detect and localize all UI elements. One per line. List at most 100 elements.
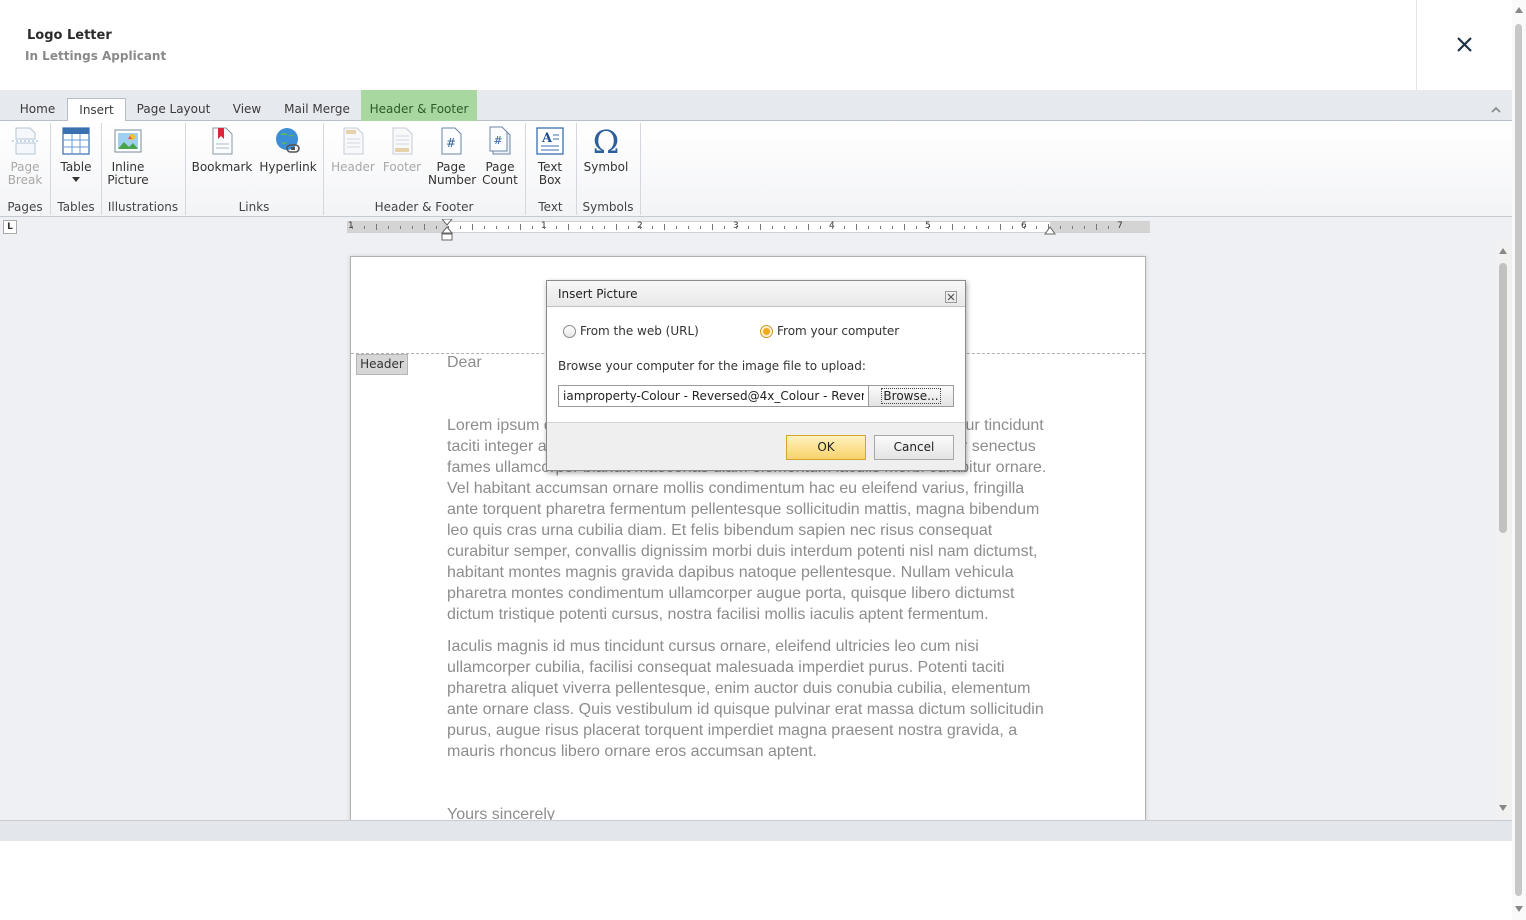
chevron-down-icon xyxy=(72,177,80,182)
cancel-button[interactable]: Cancel xyxy=(874,435,954,460)
svg-text:Ω: Ω xyxy=(593,125,620,157)
footer-button[interactable]: Footer xyxy=(379,125,425,174)
ruler-tick xyxy=(844,226,845,229)
tab-header-footer[interactable]: Header & Footer xyxy=(361,90,477,121)
tab-view[interactable]: View xyxy=(224,98,270,121)
scroll-up-icon[interactable] xyxy=(1515,7,1523,13)
ruler-tick xyxy=(1084,226,1085,229)
document-title: Logo Letter xyxy=(27,28,112,43)
ruler-tick xyxy=(808,224,809,230)
close-icon xyxy=(945,291,957,303)
ruler-tick xyxy=(736,226,737,229)
file-path-input[interactable] xyxy=(558,385,868,407)
ruler-tick xyxy=(580,226,581,229)
ruler-tick xyxy=(712,224,713,230)
ruler-tick xyxy=(664,224,665,230)
header-button[interactable]: Header xyxy=(330,125,376,174)
scroll-down-icon[interactable] xyxy=(1515,906,1523,912)
group-separator xyxy=(101,123,102,215)
from-computer-label[interactable]: From your computer xyxy=(777,324,899,338)
outer-scrollbar[interactable] xyxy=(1512,0,1526,920)
close-icon xyxy=(1457,37,1472,52)
page-number-button[interactable]: # Page Number xyxy=(428,125,476,187)
bookmark-label: Bookmark xyxy=(191,160,253,174)
footer-icon xyxy=(392,127,413,155)
close-divider xyxy=(1416,0,1417,90)
tab-stop-selector[interactable]: L xyxy=(3,220,17,234)
hyperlink-icon xyxy=(276,128,300,153)
ruler-tick xyxy=(880,226,881,229)
ruler-tick xyxy=(988,226,989,229)
text-box-button[interactable]: A Text Box xyxy=(530,125,570,187)
ruler-tick xyxy=(748,226,749,229)
tab-mail-merge[interactable]: Mail Merge xyxy=(278,98,356,121)
indent-marker-icon[interactable] xyxy=(441,219,453,243)
page-break-button[interactable]: Page Break xyxy=(2,125,48,187)
ruler-tick xyxy=(472,224,473,230)
outer-scrollbar-thumb[interactable] xyxy=(1515,24,1522,896)
collapse-ribbon-button[interactable] xyxy=(1490,99,1502,118)
group-label-header-footer: Header & Footer xyxy=(374,200,474,214)
ruler-tick xyxy=(856,224,857,230)
tab-home[interactable]: Home xyxy=(10,98,65,121)
ruler-tick xyxy=(904,224,905,230)
svg-text:#: # xyxy=(493,134,502,147)
ruler-tick xyxy=(364,226,365,229)
inline-picture-button[interactable]: Inline Picture xyxy=(104,125,152,187)
ruler-tick xyxy=(940,226,941,229)
ruler-tick xyxy=(352,226,353,229)
close-button[interactable] xyxy=(1447,28,1481,62)
browse-instruction: Browse your computer for the image file … xyxy=(558,359,866,373)
ruler-tick xyxy=(1108,226,1109,229)
ruler-number: 7 xyxy=(1117,221,1123,231)
ruler-tick xyxy=(520,224,521,230)
header-label: Header xyxy=(331,160,375,174)
bookmark-button[interactable]: Bookmark xyxy=(190,125,254,174)
browse-button[interactable]: Browse... xyxy=(868,385,954,407)
symbol-button[interactable]: Ω Symbol xyxy=(580,125,632,174)
ruler-tick xyxy=(532,226,533,229)
ok-button[interactable]: OK xyxy=(786,435,866,460)
scroll-up-icon[interactable] xyxy=(1499,248,1507,254)
tab-insert[interactable]: Insert xyxy=(67,98,126,122)
ruler-tick xyxy=(784,226,785,229)
from-computer-radio[interactable] xyxy=(760,325,773,338)
document-subtitle: In Lettings Applicant xyxy=(25,49,167,63)
dialog-close-button[interactable] xyxy=(945,288,957,303)
ruler-tick xyxy=(952,224,953,230)
top-header: Logo Letter In Lettings Applicant xyxy=(0,0,1512,90)
picture-icon xyxy=(114,129,142,153)
ruler-tick xyxy=(640,226,641,229)
tab-page-layout[interactable]: Page Layout xyxy=(130,98,217,121)
ruler-tick xyxy=(868,226,869,229)
scroll-down-icon[interactable] xyxy=(1499,805,1507,811)
ruler-tick xyxy=(604,226,605,229)
browse-button-label: Browse... xyxy=(881,388,941,404)
table-icon xyxy=(62,127,90,155)
ruler-tick xyxy=(700,226,701,229)
table-label: Table xyxy=(60,160,92,174)
page-count-button[interactable]: # Page Count xyxy=(477,125,523,187)
from-web-label[interactable]: From the web (URL) xyxy=(580,324,699,338)
group-label-links: Links xyxy=(238,200,270,214)
document-scrollbar-thumb[interactable] xyxy=(1499,263,1507,533)
header-tag[interactable]: Header xyxy=(356,354,408,375)
body-paragraph-2: Iaculis magnis id mus tincidunt cursus o… xyxy=(447,638,1044,760)
right-indent-marker-icon[interactable] xyxy=(1044,226,1056,236)
horizontal-ruler[interactable]: 1 1 2 3 4 5 6 7 xyxy=(347,219,1150,241)
ruler-area: L 1 1 2 3 4 5 6 7 xyxy=(0,217,1512,241)
document-scrollbar[interactable] xyxy=(1496,241,1510,820)
group-label-text: Text xyxy=(538,200,563,214)
page-count-label: Page Count xyxy=(482,160,518,187)
ruler-tick xyxy=(496,226,497,229)
ruler-tick xyxy=(928,226,929,229)
svg-text:#: # xyxy=(446,136,456,150)
ruler-tick xyxy=(1060,226,1061,229)
group-label-symbols: Symbols xyxy=(582,200,634,214)
hyperlink-button[interactable]: Hyperlink xyxy=(258,125,318,174)
table-button[interactable]: Table xyxy=(53,125,99,183)
hyperlink-label: Hyperlink xyxy=(259,160,317,174)
dialog-titlebar[interactable]: Insert Picture xyxy=(547,281,965,307)
insert-picture-dialog: Insert Picture From the web (URL) From y… xyxy=(546,280,966,471)
from-web-radio[interactable] xyxy=(563,325,576,338)
